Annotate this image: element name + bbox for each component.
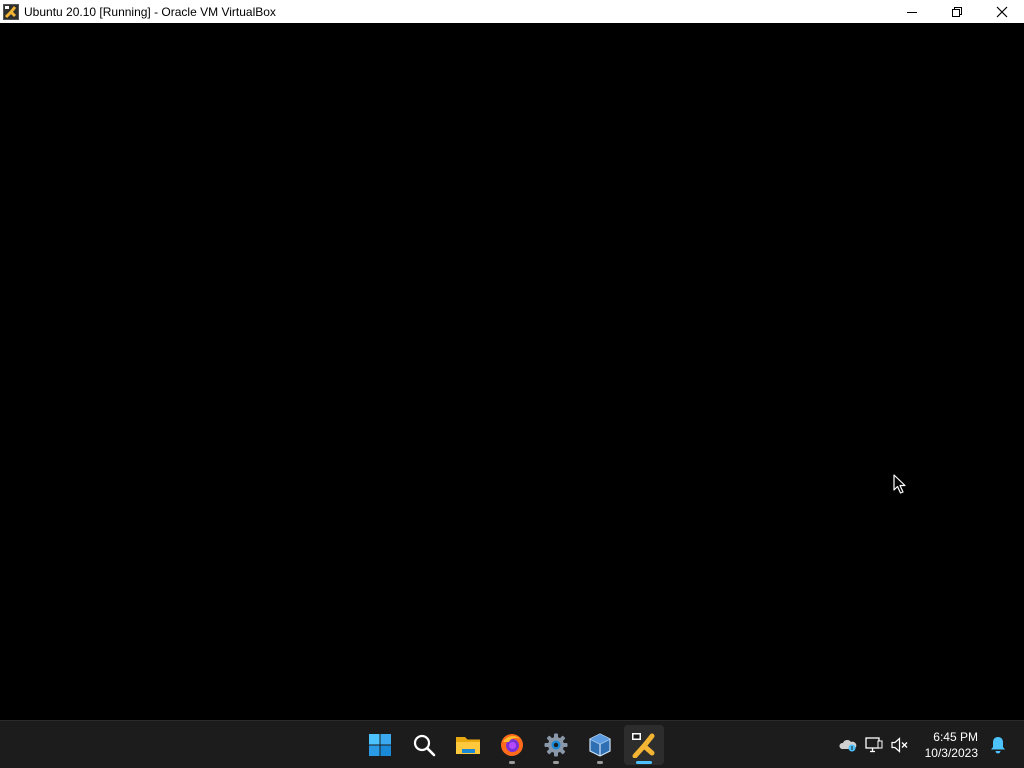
network-button[interactable]	[863, 734, 885, 756]
firefox-button[interactable]	[492, 725, 532, 765]
close-button[interactable]	[979, 0, 1024, 23]
file-explorer-button[interactable]	[448, 725, 488, 765]
system-tray: 6:45 PM 10/3/2023	[835, 721, 1024, 768]
search-icon	[413, 734, 436, 756]
taskbar-clock[interactable]: 6:45 PM 10/3/2023	[925, 729, 978, 761]
window-title-bar[interactable]: Ubuntu 20.10 [Running] - Oracle VM Virtu…	[0, 0, 1024, 23]
close-icon	[996, 6, 1007, 17]
gear-icon	[544, 733, 568, 756]
virtualbox-vm-icon	[632, 732, 655, 758]
window-title: Ubuntu 20.10 [Running] - Oracle VM Virtu…	[24, 4, 276, 19]
firefox-icon	[501, 733, 523, 756]
virtualbox-vm-icon[interactable]	[3, 3, 19, 20]
taskbar: 6:45 PM 10/3/2023	[0, 720, 1024, 768]
taskbar-apps	[358, 721, 666, 768]
clock-date: 10/3/2023	[924, 745, 978, 760]
virtualbox-icon	[589, 732, 611, 757]
virtualbox-manager-button[interactable]	[580, 725, 620, 765]
active-indicator	[636, 760, 652, 764]
virtualbox-vm-button[interactable]	[624, 724, 664, 765]
windows-start-icon	[369, 733, 391, 756]
volume-muted-icon	[891, 736, 908, 753]
mouse-cursor-icon	[893, 474, 906, 494]
vm-display[interactable]	[0, 23, 1024, 720]
bell-icon	[991, 736, 1005, 753]
running-indicator	[553, 760, 559, 764]
restore-button[interactable]	[934, 0, 979, 23]
volume-button[interactable]	[889, 734, 911, 756]
network-icon	[864, 736, 883, 752]
start-button[interactable]	[360, 725, 400, 765]
restore-icon	[951, 6, 962, 17]
settings-button[interactable]	[536, 725, 576, 765]
running-indicator	[597, 760, 603, 764]
folder-icon	[456, 736, 480, 754]
desktop: Ubuntu 20.10 [Running] - Oracle VM Virtu…	[0, 0, 1024, 768]
notifications-button[interactable]	[986, 733, 1010, 757]
minimize-button[interactable]	[889, 0, 934, 23]
onedrive-icon	[839, 739, 856, 751]
clock-time: 6:45 PM	[933, 729, 978, 744]
window-controls	[889, 0, 1024, 23]
running-indicator	[509, 760, 515, 764]
onedrive-button[interactable]	[837, 734, 859, 756]
search-button[interactable]	[404, 725, 444, 765]
minimize-icon	[906, 11, 917, 13]
